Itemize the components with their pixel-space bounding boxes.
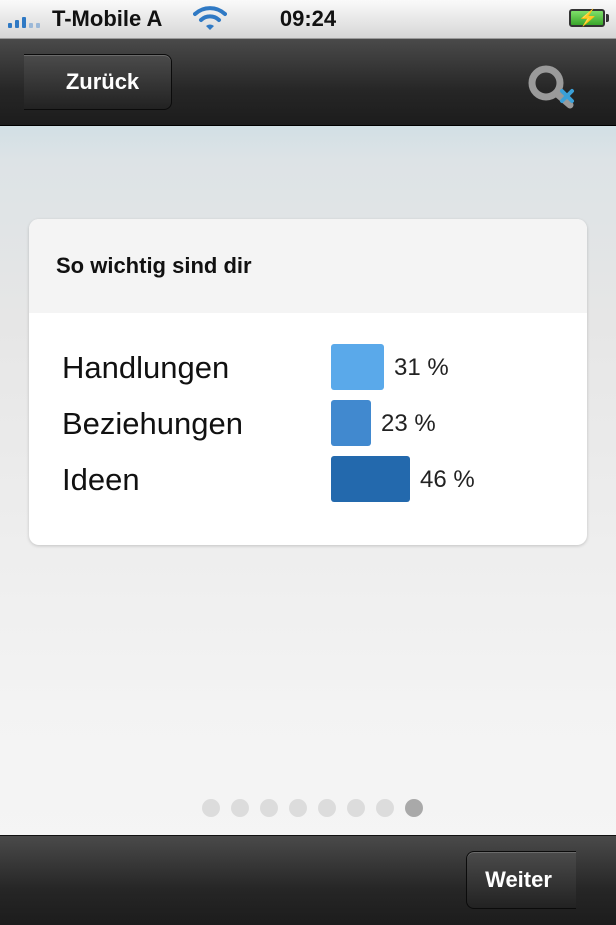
back-button-label: Zurück — [65, 69, 140, 94]
result-card: So wichtig sind dir Handlungen 31 % Bezi… — [29, 219, 587, 545]
battery-icon: ⚡ — [569, 9, 605, 27]
back-button[interactable]: Zurück — [24, 54, 172, 110]
row-value: 46 % — [420, 466, 475, 493]
battery-tip — [606, 14, 609, 22]
page-dot[interactable] — [230, 799, 249, 817]
page-dot[interactable] — [346, 799, 365, 817]
next-button[interactable]: Weiter — [466, 851, 576, 909]
row-value: 31 % — [394, 354, 449, 381]
result-row-ideen: Ideen 46 % — [29, 456, 587, 504]
bottom-toolbar: Weiter — [0, 835, 616, 925]
row-label: Ideen — [62, 462, 140, 497]
page-dot[interactable] — [201, 799, 220, 817]
page-dot[interactable] — [404, 799, 423, 817]
row-label: Beziehungen — [62, 406, 243, 441]
status-bar: T-Mobile A 09:24 ⚡ — [0, 0, 616, 39]
row-bar — [331, 344, 384, 390]
card-title: So wichtig sind dir — [29, 219, 587, 313]
status-clock: 09:24 — [279, 6, 337, 31]
page-dot[interactable] — [288, 799, 307, 817]
navigation-bar: Zurück — [0, 39, 616, 126]
app-logo-icon — [528, 65, 574, 109]
row-bar — [331, 400, 371, 446]
row-label: Handlungen — [62, 350, 230, 385]
page-indicator[interactable] — [0, 799, 616, 817]
row-value: 23 % — [381, 410, 436, 437]
result-row-handlungen: Handlungen 31 % — [29, 344, 587, 392]
next-button-label: Weiter — [485, 867, 552, 892]
row-bar — [331, 456, 410, 502]
result-row-beziehungen: Beziehungen 23 % — [29, 400, 587, 448]
page-dot[interactable] — [259, 799, 278, 817]
page-dot[interactable] — [317, 799, 336, 817]
page-dot[interactable] — [375, 799, 394, 817]
